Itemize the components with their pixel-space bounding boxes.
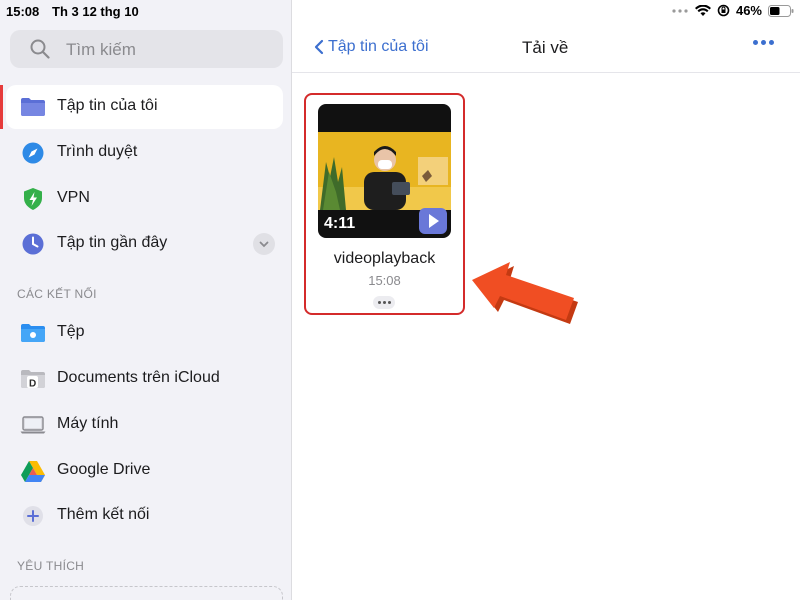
section-header-favorites: YÊU THÍCH — [17, 559, 85, 573]
plus-icon — [23, 506, 43, 526]
file-more-button[interactable] — [373, 296, 395, 309]
file-item[interactable]: 4:11 videoplayback 15:08 — [304, 93, 465, 315]
sidebar-item-label: Google Drive — [57, 461, 151, 478]
sidebar: Tìm kiếm Tập tin của tôi Trình duyệt VPN… — [0, 0, 292, 600]
sidebar-item-documents-icloud[interactable]: D Documents trên iCloud — [6, 357, 283, 401]
battery-icon — [768, 4, 794, 17]
compass-icon — [22, 142, 44, 164]
file-time: 15:08 — [368, 273, 401, 288]
sidebar-item-label: Máy tính — [57, 415, 119, 432]
expand-toggle[interactable] — [253, 233, 275, 255]
sidebar-item-files-app[interactable]: Tệp — [6, 311, 283, 355]
video-duration: 4:11 — [324, 215, 356, 232]
sidebar-item-recent-files[interactable]: Tập tin gần đây — [6, 222, 283, 266]
wifi-icon — [694, 4, 711, 16]
file-name: videoplayback — [333, 250, 436, 267]
google-drive-icon — [21, 461, 45, 482]
sidebar-item-computer[interactable]: Máy tính — [6, 403, 283, 447]
section-header-connections: CÁC KẾT NỐI — [17, 287, 97, 301]
search-placeholder: Tìm kiếm — [66, 40, 136, 59]
rotation-lock-icon — [717, 4, 730, 17]
thumbnail-image — [318, 132, 451, 210]
status-indicators: 46% — [671, 3, 794, 18]
thumbnail-scene — [318, 132, 451, 210]
add-connection-button[interactable]: Thêm kết nối — [6, 494, 283, 538]
sidebar-item-google-drive[interactable]: Google Drive — [6, 449, 283, 493]
files-folder-icon — [21, 324, 45, 342]
sidebar-item-label: Tập tin của tôi — [57, 97, 158, 114]
pointer-arrow-icon — [472, 262, 578, 324]
play-button[interactable] — [419, 208, 447, 234]
play-icon — [429, 214, 439, 228]
status-date: Th 3 12 thg 10 — [52, 4, 139, 19]
svg-text:D: D — [29, 379, 36, 390]
status-time: 15:08 — [6, 4, 40, 19]
search-input[interactable]: Tìm kiếm — [10, 30, 283, 68]
laptop-icon — [20, 416, 46, 434]
ellipsis-icon — [672, 8, 688, 13]
sidebar-item-label: VPN — [57, 189, 90, 206]
chevron-left-icon — [314, 39, 324, 55]
sidebar-item-label: Documents trên iCloud — [57, 369, 220, 386]
sidebar-item-vpn[interactable]: VPN — [6, 177, 283, 221]
status-bar: 15:08 Th 3 12 thg 10 46% — [0, 0, 800, 24]
sidebar-item-label: Tập tin gần đây — [57, 234, 168, 251]
search-icon — [30, 39, 50, 59]
chevron-down-icon — [259, 241, 269, 248]
sidebar-item-browser[interactable]: Trình duyệt — [6, 131, 283, 175]
sidebar-item-label: Thêm kết nối — [57, 506, 150, 523]
back-button[interactable]: Tập tin của tôi — [314, 38, 429, 56]
video-thumbnail[interactable]: 4:11 — [318, 104, 451, 238]
folder-icon — [21, 98, 45, 116]
back-button-label: Tập tin của tôi — [328, 38, 429, 55]
battery-percent: 46% — [735, 3, 762, 18]
documents-icon: D — [21, 370, 45, 390]
navbar-divider — [292, 72, 800, 73]
sidebar-item-my-files[interactable]: Tập tin của tôi — [0, 85, 283, 129]
more-options-button[interactable] — [753, 40, 774, 45]
sidebar-item-label: Tệp — [57, 323, 85, 340]
page-title: Tải về — [522, 38, 569, 57]
sidebar-item-label: Trình duyệt — [57, 143, 138, 160]
shield-icon — [24, 188, 42, 210]
favorites-drop-zone[interactable] — [10, 586, 283, 600]
clock-icon — [22, 233, 44, 255]
